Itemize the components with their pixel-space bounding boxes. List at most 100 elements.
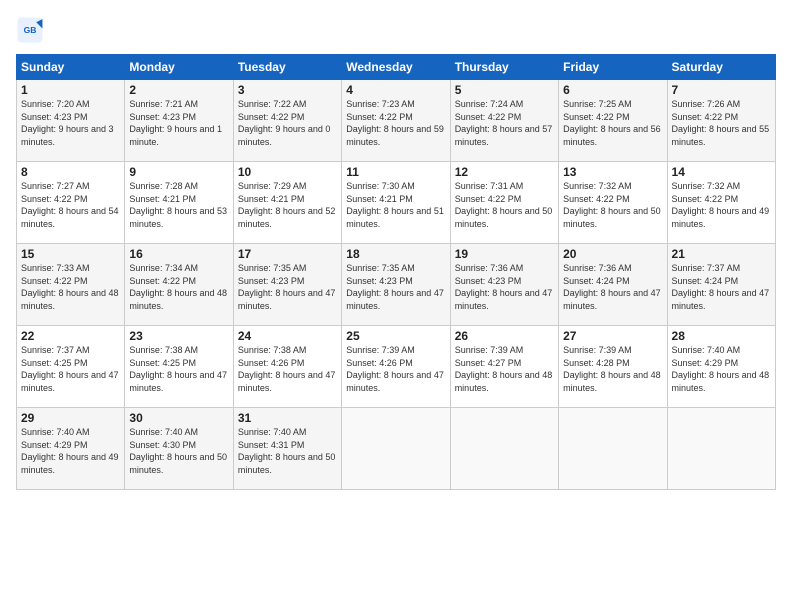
day-number: 4: [346, 83, 445, 97]
day-number: 17: [238, 247, 337, 261]
day-number: 29: [21, 411, 120, 425]
day-number: 16: [129, 247, 228, 261]
day-number: 31: [238, 411, 337, 425]
calendar-cell: [342, 408, 450, 490]
calendar-cell: [667, 408, 775, 490]
calendar-cell: 23 Sunrise: 7:38 AM Sunset: 4:25 PM Dayl…: [125, 326, 233, 408]
day-number: 15: [21, 247, 120, 261]
day-number: 10: [238, 165, 337, 179]
calendar-cell: 15 Sunrise: 7:33 AM Sunset: 4:22 PM Dayl…: [17, 244, 125, 326]
day-number: 20: [563, 247, 662, 261]
day-number: 2: [129, 83, 228, 97]
page: GB SundayMondayTuesdayWednesdayThursdayF…: [0, 0, 792, 612]
day-number: 25: [346, 329, 445, 343]
day-number: 6: [563, 83, 662, 97]
calendar-cell: 25 Sunrise: 7:39 AM Sunset: 4:26 PM Dayl…: [342, 326, 450, 408]
weekday-header-cell: Thursday: [450, 55, 558, 80]
day-info: Sunrise: 7:39 AM Sunset: 4:28 PM Dayligh…: [563, 344, 662, 394]
calendar-table: SundayMondayTuesdayWednesdayThursdayFrid…: [16, 54, 776, 490]
calendar-row: 15 Sunrise: 7:33 AM Sunset: 4:22 PM Dayl…: [17, 244, 776, 326]
logo: GB: [16, 16, 48, 44]
calendar-row: 1 Sunrise: 7:20 AM Sunset: 4:23 PM Dayli…: [17, 80, 776, 162]
calendar-cell: 9 Sunrise: 7:28 AM Sunset: 4:21 PM Dayli…: [125, 162, 233, 244]
day-number: 27: [563, 329, 662, 343]
calendar-cell: 16 Sunrise: 7:34 AM Sunset: 4:22 PM Dayl…: [125, 244, 233, 326]
day-info: Sunrise: 7:32 AM Sunset: 4:22 PM Dayligh…: [672, 180, 771, 230]
calendar-cell: 31 Sunrise: 7:40 AM Sunset: 4:31 PM Dayl…: [233, 408, 341, 490]
day-info: Sunrise: 7:31 AM Sunset: 4:22 PM Dayligh…: [455, 180, 554, 230]
day-number: 5: [455, 83, 554, 97]
calendar-cell: 20 Sunrise: 7:36 AM Sunset: 4:24 PM Dayl…: [559, 244, 667, 326]
day-number: 19: [455, 247, 554, 261]
calendar-cell: 8 Sunrise: 7:27 AM Sunset: 4:22 PM Dayli…: [17, 162, 125, 244]
svg-text:GB: GB: [24, 25, 37, 35]
logo-icon: GB: [16, 16, 44, 44]
calendar-row: 29 Sunrise: 7:40 AM Sunset: 4:29 PM Dayl…: [17, 408, 776, 490]
day-info: Sunrise: 7:36 AM Sunset: 4:24 PM Dayligh…: [563, 262, 662, 312]
calendar-cell: 21 Sunrise: 7:37 AM Sunset: 4:24 PM Dayl…: [667, 244, 775, 326]
day-info: Sunrise: 7:38 AM Sunset: 4:25 PM Dayligh…: [129, 344, 228, 394]
calendar-cell: 30 Sunrise: 7:40 AM Sunset: 4:30 PM Dayl…: [125, 408, 233, 490]
day-number: 26: [455, 329, 554, 343]
weekday-header-cell: Monday: [125, 55, 233, 80]
calendar-cell: 14 Sunrise: 7:32 AM Sunset: 4:22 PM Dayl…: [667, 162, 775, 244]
weekday-header-cell: Wednesday: [342, 55, 450, 80]
day-info: Sunrise: 7:40 AM Sunset: 4:31 PM Dayligh…: [238, 426, 337, 476]
day-number: 12: [455, 165, 554, 179]
calendar-row: 22 Sunrise: 7:37 AM Sunset: 4:25 PM Dayl…: [17, 326, 776, 408]
calendar-cell: 6 Sunrise: 7:25 AM Sunset: 4:22 PM Dayli…: [559, 80, 667, 162]
day-number: 8: [21, 165, 120, 179]
day-info: Sunrise: 7:35 AM Sunset: 4:23 PM Dayligh…: [346, 262, 445, 312]
day-info: Sunrise: 7:22 AM Sunset: 4:22 PM Dayligh…: [238, 98, 337, 148]
day-number: 24: [238, 329, 337, 343]
day-number: 23: [129, 329, 228, 343]
calendar-cell: 2 Sunrise: 7:21 AM Sunset: 4:23 PM Dayli…: [125, 80, 233, 162]
calendar-cell: 27 Sunrise: 7:39 AM Sunset: 4:28 PM Dayl…: [559, 326, 667, 408]
calendar-cell: 10 Sunrise: 7:29 AM Sunset: 4:21 PM Dayl…: [233, 162, 341, 244]
calendar-cell: 29 Sunrise: 7:40 AM Sunset: 4:29 PM Dayl…: [17, 408, 125, 490]
day-info: Sunrise: 7:40 AM Sunset: 4:30 PM Dayligh…: [129, 426, 228, 476]
calendar-cell: [450, 408, 558, 490]
day-number: 11: [346, 165, 445, 179]
day-number: 7: [672, 83, 771, 97]
day-info: Sunrise: 7:21 AM Sunset: 4:23 PM Dayligh…: [129, 98, 228, 148]
weekday-header-cell: Sunday: [17, 55, 125, 80]
day-info: Sunrise: 7:40 AM Sunset: 4:29 PM Dayligh…: [672, 344, 771, 394]
calendar-cell: 11 Sunrise: 7:30 AM Sunset: 4:21 PM Dayl…: [342, 162, 450, 244]
day-number: 30: [129, 411, 228, 425]
day-number: 18: [346, 247, 445, 261]
day-info: Sunrise: 7:25 AM Sunset: 4:22 PM Dayligh…: [563, 98, 662, 148]
day-info: Sunrise: 7:37 AM Sunset: 4:24 PM Dayligh…: [672, 262, 771, 312]
day-number: 1: [21, 83, 120, 97]
header: GB: [16, 16, 776, 44]
day-number: 13: [563, 165, 662, 179]
calendar-cell: 28 Sunrise: 7:40 AM Sunset: 4:29 PM Dayl…: [667, 326, 775, 408]
calendar-cell: [559, 408, 667, 490]
day-number: 21: [672, 247, 771, 261]
weekday-header-cell: Friday: [559, 55, 667, 80]
calendar-row: 8 Sunrise: 7:27 AM Sunset: 4:22 PM Dayli…: [17, 162, 776, 244]
day-info: Sunrise: 7:30 AM Sunset: 4:21 PM Dayligh…: [346, 180, 445, 230]
calendar-cell: 24 Sunrise: 7:38 AM Sunset: 4:26 PM Dayl…: [233, 326, 341, 408]
calendar-cell: 3 Sunrise: 7:22 AM Sunset: 4:22 PM Dayli…: [233, 80, 341, 162]
day-number: 3: [238, 83, 337, 97]
day-info: Sunrise: 7:20 AM Sunset: 4:23 PM Dayligh…: [21, 98, 120, 148]
calendar-body: 1 Sunrise: 7:20 AM Sunset: 4:23 PM Dayli…: [17, 80, 776, 490]
calendar-cell: 22 Sunrise: 7:37 AM Sunset: 4:25 PM Dayl…: [17, 326, 125, 408]
calendar-cell: 26 Sunrise: 7:39 AM Sunset: 4:27 PM Dayl…: [450, 326, 558, 408]
calendar-cell: 19 Sunrise: 7:36 AM Sunset: 4:23 PM Dayl…: [450, 244, 558, 326]
calendar-cell: 4 Sunrise: 7:23 AM Sunset: 4:22 PM Dayli…: [342, 80, 450, 162]
day-info: Sunrise: 7:38 AM Sunset: 4:26 PM Dayligh…: [238, 344, 337, 394]
weekday-header-cell: Saturday: [667, 55, 775, 80]
day-info: Sunrise: 7:39 AM Sunset: 4:26 PM Dayligh…: [346, 344, 445, 394]
day-info: Sunrise: 7:39 AM Sunset: 4:27 PM Dayligh…: [455, 344, 554, 394]
day-info: Sunrise: 7:32 AM Sunset: 4:22 PM Dayligh…: [563, 180, 662, 230]
day-number: 9: [129, 165, 228, 179]
day-info: Sunrise: 7:33 AM Sunset: 4:22 PM Dayligh…: [21, 262, 120, 312]
calendar-cell: 1 Sunrise: 7:20 AM Sunset: 4:23 PM Dayli…: [17, 80, 125, 162]
day-info: Sunrise: 7:29 AM Sunset: 4:21 PM Dayligh…: [238, 180, 337, 230]
day-info: Sunrise: 7:40 AM Sunset: 4:29 PM Dayligh…: [21, 426, 120, 476]
calendar-cell: 5 Sunrise: 7:24 AM Sunset: 4:22 PM Dayli…: [450, 80, 558, 162]
day-info: Sunrise: 7:34 AM Sunset: 4:22 PM Dayligh…: [129, 262, 228, 312]
day-info: Sunrise: 7:24 AM Sunset: 4:22 PM Dayligh…: [455, 98, 554, 148]
